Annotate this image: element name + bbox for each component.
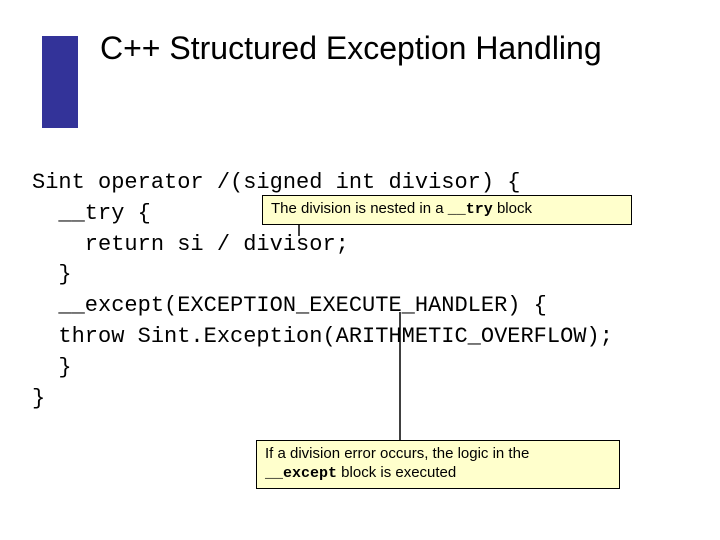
code-line: Sint operator /(signed int divisor) { xyxy=(32,170,520,195)
callout-mono: __except xyxy=(265,465,337,482)
callout-except: If a division error occurs, the logic in… xyxy=(256,440,620,489)
callout-mono: __try xyxy=(448,201,493,218)
code-line: } xyxy=(32,355,72,380)
code-line: } xyxy=(32,262,72,287)
code-line: throw Sint.Exception(ARITHMETIC_OVERFLOW… xyxy=(32,324,613,349)
slide-title: C++ Structured Exception Handling xyxy=(100,28,602,68)
callout-text: block is executed xyxy=(337,464,456,481)
callout-text: The division is nested in a xyxy=(271,200,448,217)
callout-text: block xyxy=(493,200,532,217)
callout-try: The division is nested in a __try block xyxy=(262,195,632,225)
code-line: return si / divisor; xyxy=(32,232,349,257)
code-line: __try { xyxy=(32,201,151,226)
code-line: } xyxy=(32,386,45,411)
code-line: __except(EXCEPTION_EXECUTE_HANDLER) { xyxy=(32,293,547,318)
accent-bar xyxy=(42,36,78,128)
callout-text: If a division error occurs, the logic in… xyxy=(265,445,529,462)
